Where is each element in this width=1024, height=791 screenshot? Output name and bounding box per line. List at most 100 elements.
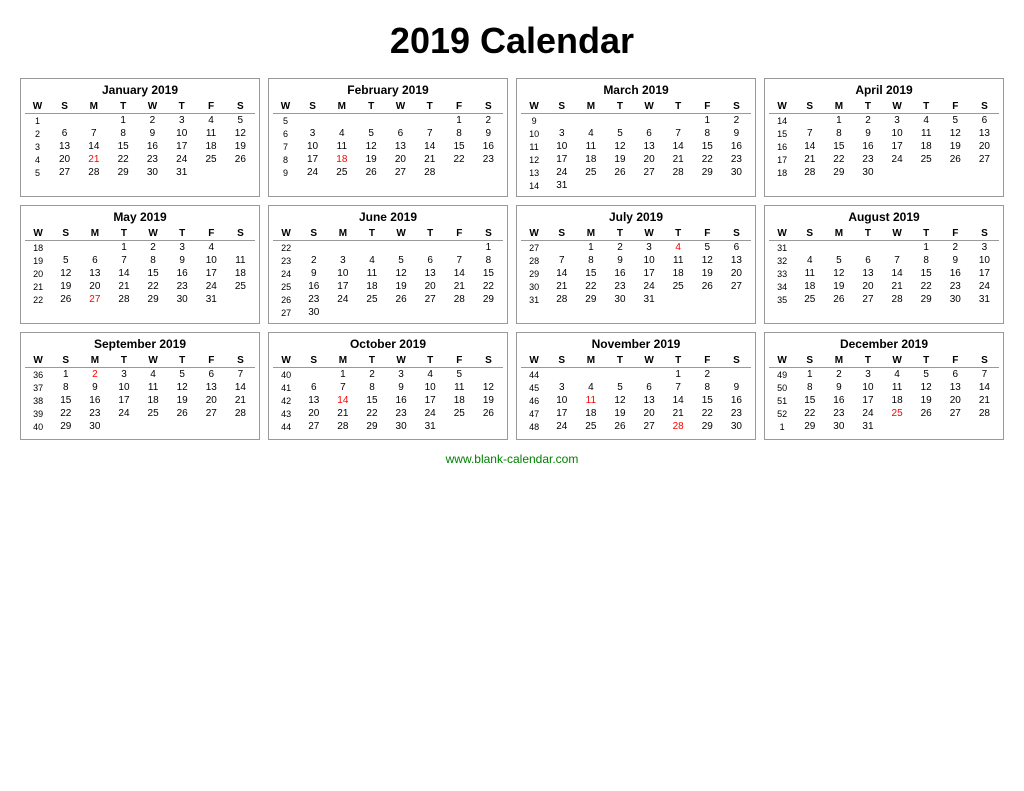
day-cell [722, 293, 751, 306]
day-header: M [824, 227, 853, 241]
day-cell: 31 [635, 293, 664, 306]
day-cell: 23 [474, 153, 503, 166]
week-number: 22 [273, 241, 299, 255]
day-cell: 20 [299, 407, 328, 420]
week-number: 1 [25, 114, 50, 128]
day-cell: 3 [547, 127, 576, 140]
day-cell: 28 [226, 407, 255, 420]
week-number [25, 306, 51, 308]
footer-link[interactable]: www.blank-calendar.com [446, 452, 579, 466]
day-cell: 17 [167, 140, 196, 153]
day-cell: 27 [416, 293, 445, 306]
day-cell: 13 [635, 394, 664, 407]
day-cell [664, 114, 693, 128]
week-number: 19 [25, 254, 51, 267]
day-cell [474, 166, 503, 179]
day-cell: 31 [167, 166, 196, 179]
day-cell [386, 114, 415, 128]
day-cell: 30 [941, 293, 970, 306]
day-cell [576, 306, 605, 308]
week-number: 16 [769, 140, 795, 153]
day-header: S [722, 227, 751, 241]
day-header: S [474, 100, 503, 114]
day-cell [167, 179, 196, 181]
day-cell: 26 [941, 153, 970, 166]
week-number [521, 433, 547, 435]
day-cell [357, 433, 386, 435]
day-cell [109, 433, 138, 435]
day-cell [635, 306, 664, 308]
day-cell [226, 241, 255, 255]
month-table: WSMTWTFS91210345678911101112131415161217… [521, 100, 751, 192]
day-cell: 2 [80, 368, 109, 382]
day-header: T [912, 100, 941, 114]
day-cell: 9 [474, 127, 503, 140]
day-cell: 4 [327, 127, 356, 140]
day-cell: 15 [474, 267, 503, 280]
day-cell: 2 [853, 114, 882, 128]
day-cell: 24 [167, 153, 196, 166]
day-cell: 7 [664, 127, 693, 140]
month-table: WSMTWTFS27123456287891011121329141516171… [521, 227, 751, 308]
day-cell: 20 [50, 153, 79, 166]
day-cell [912, 179, 941, 181]
day-cell: 12 [356, 140, 385, 153]
day-cell: 9 [824, 381, 853, 394]
day-cell: 13 [941, 381, 970, 394]
day-cell [197, 420, 226, 433]
day-header: W [273, 354, 299, 368]
day-cell [912, 420, 941, 433]
day-cell: 11 [327, 140, 356, 153]
day-cell: 15 [912, 267, 941, 280]
day-cell [197, 306, 226, 308]
day-cell: 21 [445, 280, 474, 293]
day-cell: 24 [883, 153, 912, 166]
week-number [769, 433, 795, 435]
day-cell: 8 [357, 381, 386, 394]
day-cell: 1 [576, 241, 605, 255]
day-header: W [273, 227, 299, 241]
day-cell: 18 [576, 153, 605, 166]
day-cell [445, 241, 474, 255]
day-cell [445, 420, 474, 433]
day-cell: 30 [722, 420, 751, 433]
day-header: S [970, 100, 999, 114]
day-header: S [226, 100, 255, 114]
day-cell [693, 179, 722, 192]
month-block: June 2019WSMTWTFS22123234567824910111213… [268, 205, 508, 324]
day-header: S [226, 354, 255, 368]
week-number: 42 [273, 394, 299, 407]
day-cell: 3 [328, 254, 357, 267]
day-cell: 8 [444, 127, 473, 140]
day-cell: 15 [824, 140, 853, 153]
day-cell [795, 114, 824, 128]
day-header: W [25, 354, 51, 368]
day-header: S [547, 227, 576, 241]
day-header: T [357, 227, 386, 241]
day-cell: 1 [108, 114, 137, 128]
day-cell: 24 [109, 407, 138, 420]
day-cell: 10 [547, 140, 576, 153]
day-cell: 10 [416, 381, 445, 394]
week-number: 50 [769, 381, 795, 394]
day-cell: 29 [357, 420, 386, 433]
day-cell: 27 [80, 293, 109, 306]
day-cell: 23 [722, 407, 751, 420]
week-number: 34 [769, 280, 795, 293]
day-cell [941, 179, 970, 181]
day-cell: 9 [722, 381, 751, 394]
day-header: T [415, 100, 444, 114]
day-cell: 22 [139, 280, 168, 293]
day-cell: 19 [941, 140, 970, 153]
day-cell: 1 [474, 241, 503, 255]
day-cell: 18 [912, 140, 941, 153]
day-cell [547, 241, 576, 255]
day-cell: 16 [722, 140, 751, 153]
day-cell: 24 [635, 280, 664, 293]
day-header: M [79, 100, 108, 114]
day-cell: 11 [445, 381, 474, 394]
day-cell [79, 114, 108, 128]
day-cell: 9 [722, 127, 751, 140]
day-cell [722, 433, 751, 435]
day-header: W [769, 354, 795, 368]
